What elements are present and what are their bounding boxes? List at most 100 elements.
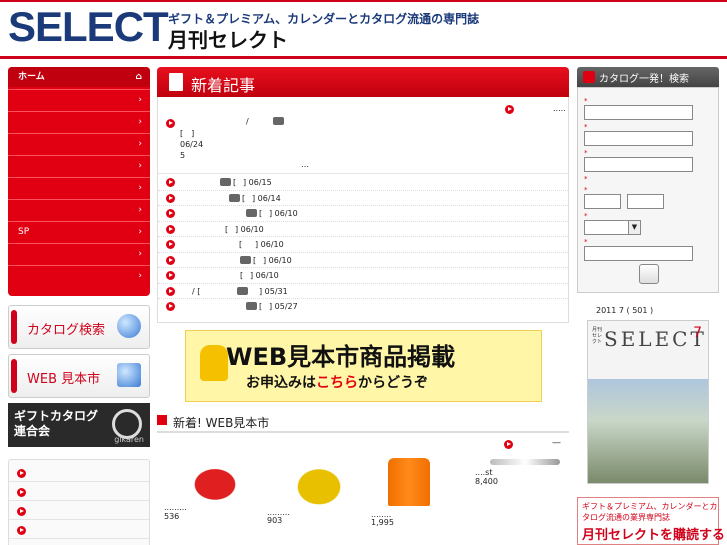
nav-item-sp[interactable]: SP › <box>8 221 150 241</box>
bullet-arrow-icon <box>504 440 513 449</box>
bullet-arrow-icon <box>166 255 175 265</box>
product-image-pen[interactable] <box>490 459 560 465</box>
camera-icon <box>240 255 251 264</box>
news-item[interactable]: [ ] 06/10 <box>158 268 568 284</box>
news-item-date: ] 05/27 <box>269 302 298 311</box>
nav-item-2[interactable]: › <box>8 111 150 131</box>
news-title: 新着記事 <box>191 76 256 95</box>
bullet-arrow-icon <box>505 105 514 114</box>
category-select[interactable]: ▼ <box>584 220 641 235</box>
news-header: 新着記事 <box>157 67 569 97</box>
subscribe-line1: ギフト＆プレミアム、カレンダーとカタログ流通の業界専門誌 <box>582 502 718 522</box>
news-item-date: ] 06/10 <box>235 224 264 234</box>
divider <box>158 173 568 174</box>
web-market-promo-banner[interactable]: WEB見本市商品掲載 お申込みはこちらからどうぞ <box>185 330 542 402</box>
subscribe-banner[interactable]: ギフト＆プレミアム、カレンダーとカタログ流通の業界専門誌 月刊セレクトを購読する <box>577 497 725 545</box>
news-item-date: ] 06/10 <box>250 271 279 280</box>
nav-item-3[interactable]: › <box>8 133 150 153</box>
news-item[interactable]: [ ] 06/14 <box>158 191 568 206</box>
news-item[interactable]: [ ] 05/27 <box>158 299 568 315</box>
news-item-bracket: [ <box>259 302 263 311</box>
site-logo[interactable]: SELECT <box>8 6 169 48</box>
news-item[interactable]: [ ] 06/10 <box>158 206 568 222</box>
cover-photo <box>588 379 708 483</box>
price-max-input[interactable] <box>627 194 664 209</box>
news-list: ..... / [ ] 06/24 5 … [ ] 06/15 [ ] 06/1… <box>157 97 569 323</box>
chevron-right-icon: › <box>138 271 142 281</box>
news-item[interactable]: [ ] 06/10 <box>158 253 568 268</box>
nav-item-9[interactable]: › <box>8 265 150 285</box>
left-nav: ホーム ⌂ › › › › › › SP › › › <box>8 67 150 296</box>
catalog-search-form: * * * * * * ▼ * <box>577 87 719 293</box>
product-price: 903 <box>267 516 283 525</box>
list-item[interactable] <box>9 502 149 520</box>
news-item-bracket: [ <box>233 178 237 187</box>
featured-bracket[interactable]: [ ] <box>180 128 194 139</box>
cover-title: SELECT <box>604 327 707 351</box>
chevron-right-icon: › <box>138 161 142 171</box>
cover-small-title: 月刊 セレクト <box>592 327 603 345</box>
chevron-right-icon: › <box>138 139 142 149</box>
magazine-issue: 2011 7 ( 501 ) <box>596 306 654 315</box>
product-image-cap[interactable] <box>284 458 354 506</box>
nav-item-home[interactable]: ホーム ⌂ <box>8 67 150 87</box>
news-item[interactable]: / [ ] 05/31 <box>158 284 568 299</box>
gikaren-sub: gikaren <box>114 435 144 444</box>
catalog-search-title: カタログ一発！検索 <box>599 74 689 85</box>
camera-icon <box>273 117 284 125</box>
gikaren-banner[interactable]: ギフトカタログ 連合会 gikaren <box>8 403 150 447</box>
nav-item-8[interactable]: › <box>8 243 150 263</box>
web-market-banner[interactable]: WEB 見本市 <box>8 354 150 398</box>
bullet-arrow-icon <box>166 209 175 218</box>
list-item[interactable] <box>9 521 149 539</box>
search-input-3[interactable] <box>584 157 693 172</box>
bullet-arrow-icon <box>17 526 26 535</box>
featured-slash: / <box>246 117 249 126</box>
news-item[interactable]: [ ] 06/15 <box>158 175 568 191</box>
product-image-vest[interactable] <box>388 458 430 506</box>
nav-item-5[interactable]: › <box>8 177 150 197</box>
banner-tab <box>11 359 17 393</box>
required-mark: * <box>584 123 588 131</box>
search-icon <box>583 71 595 83</box>
star-icon <box>157 415 167 425</box>
product-image-visor[interactable] <box>180 458 250 502</box>
price-min-input[interactable] <box>584 194 621 209</box>
news-item-bracket: [ <box>253 255 257 265</box>
list-item[interactable] <box>9 540 149 545</box>
news-item-date: ] 06/10 <box>263 255 292 265</box>
news-item-bracket: / [ <box>192 286 201 296</box>
search-submit-button[interactable] <box>639 264 659 284</box>
news-item-date: ] 05/31 <box>259 286 288 296</box>
camera-icon <box>246 302 257 310</box>
bullet-arrow-icon <box>166 224 175 234</box>
gikaren-title: ギフトカタログ 連合会 <box>14 409 99 438</box>
catalog-search-banner[interactable]: カタログ検索 <box>8 305 150 349</box>
promo-line2-red: こちら <box>316 375 358 391</box>
bullet-arrow-icon <box>166 271 175 280</box>
list-item[interactable] <box>9 483 149 501</box>
nav-item-4[interactable]: › <box>8 155 150 175</box>
nav-item-6[interactable]: › <box>8 199 150 219</box>
news-item-bracket: [ <box>240 271 244 280</box>
camera-icon <box>220 178 231 186</box>
news-item[interactable]: [ ] 06/10 <box>158 237 568 253</box>
required-mark: * <box>584 97 588 105</box>
list-item[interactable] <box>9 464 149 482</box>
magazine-cover[interactable]: 月刊 セレクト SELECT 7 <box>587 320 709 484</box>
search-input-2[interactable] <box>584 131 693 146</box>
chevron-right-icon: › <box>138 95 142 105</box>
cover-number: 7 <box>693 325 702 341</box>
chevron-right-icon: › <box>138 227 142 237</box>
product-dots: ......... <box>164 503 187 512</box>
search-input-4[interactable] <box>584 246 693 261</box>
news-item[interactable]: [ ] 06/10 <box>158 222 568 237</box>
bullet-arrow-icon <box>166 193 175 203</box>
chevron-right-icon: › <box>138 249 142 259</box>
promo-line1: WEB見本市商品掲載 <box>226 343 456 371</box>
nav-item-1[interactable]: › <box>8 89 150 109</box>
web-market-label: WEB 見本市 <box>27 372 101 387</box>
featured-more[interactable]: … <box>301 160 309 169</box>
search-input-1[interactable] <box>584 105 693 120</box>
bullet-arrow-icon <box>166 178 175 187</box>
